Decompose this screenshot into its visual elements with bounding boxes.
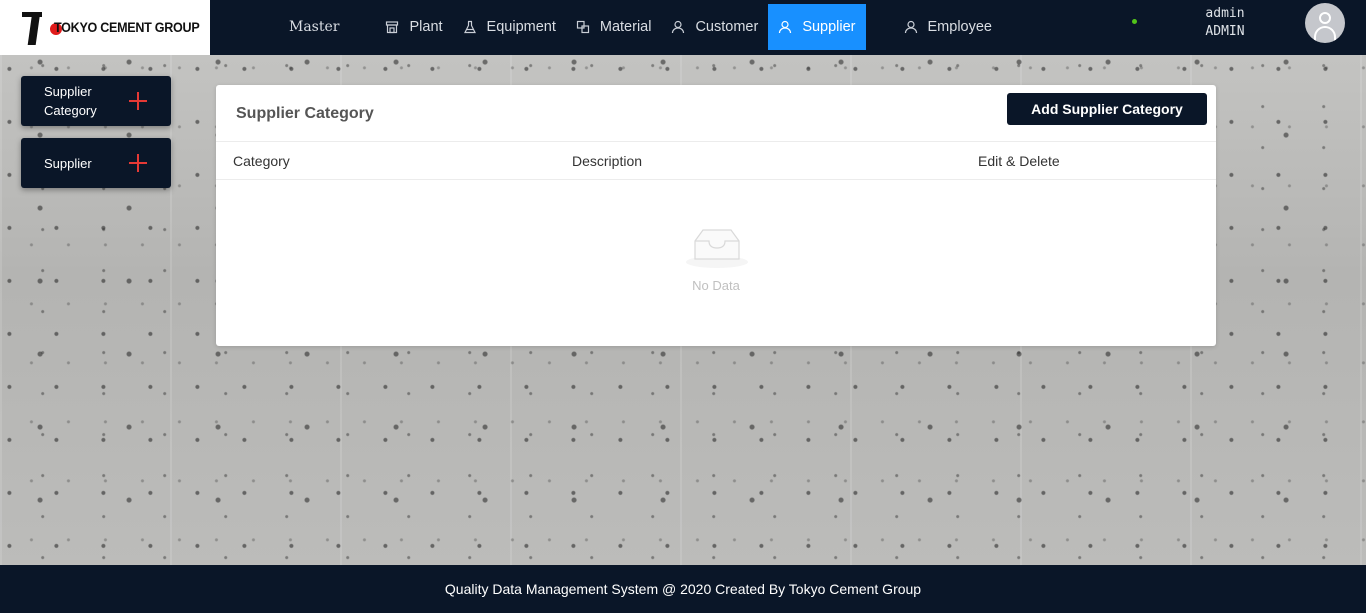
nav-material-label: Material <box>599 19 652 35</box>
nav-plant-label: Plant <box>409 19 443 35</box>
nav-employee[interactable]: Employee <box>894 4 1002 50</box>
user-role: ADMIN <box>1205 24 1245 39</box>
card-title: Supplier Category <box>236 105 374 122</box>
supplier-button-label: Supplier <box>44 155 92 171</box>
top-navbar: TOKYO CEMENT GROUP Master Plant Equipmen… <box>0 0 1366 55</box>
user-icon <box>671 20 685 34</box>
nav-employee-label: Employee <box>927 19 992 35</box>
nav-customer[interactable]: Customer <box>661 4 768 50</box>
column-header-edit-delete[interactable]: Edit & Delete <box>978 153 1060 169</box>
main-nav: Master Plant Equipment Material Customer <box>270 4 1002 50</box>
tokyo-cement-logo-icon <box>22 9 62 47</box>
nav-master[interactable]: Master <box>270 4 349 50</box>
supplier-category-card: Supplier Category Add Supplier Category … <box>216 85 1216 346</box>
user-name: admin <box>1205 6 1245 21</box>
supplier-category-button-label: Supplier Category <box>44 84 97 118</box>
empty-state-text: No Data <box>692 278 740 293</box>
avatar-head-icon <box>1319 12 1331 24</box>
block-icon <box>576 20 590 34</box>
plus-icon <box>129 154 147 172</box>
supplier-button[interactable]: Supplier <box>21 138 171 188</box>
nav-customer-label: Customer <box>695 19 759 35</box>
footer: Quality Data Management System @ 2020 Cr… <box>0 565 1366 613</box>
shop-icon <box>385 20 399 34</box>
supplier-category-button[interactable]: Supplier Category <box>21 76 171 126</box>
add-supplier-category-button[interactable]: Add Supplier Category <box>1007 93 1207 125</box>
avatar[interactable] <box>1305 3 1345 43</box>
nav-material[interactable]: Material <box>566 4 662 50</box>
footer-text: Quality Data Management System @ 2020 Cr… <box>444 581 922 597</box>
nav-plant[interactable]: Plant <box>375 4 452 50</box>
table-header: Category Description Edit & Delete <box>216 141 1216 180</box>
avatar-body-icon <box>1314 26 1336 43</box>
brand-name: TOKYO CEMENT GROUP <box>53 20 200 35</box>
column-header-description[interactable]: Description <box>572 153 642 169</box>
flask-icon <box>463 20 477 34</box>
user-icon <box>778 20 792 34</box>
column-header-category[interactable]: Category <box>233 153 290 169</box>
empty-inbox-icon <box>686 229 748 268</box>
online-status-dot <box>1132 19 1137 24</box>
nav-equipment-label: Equipment <box>486 19 556 35</box>
plus-icon <box>129 92 147 110</box>
user-info[interactable]: admin ADMIN <box>1190 5 1260 41</box>
nav-supplier-label: Supplier <box>802 19 856 35</box>
brand-logo[interactable]: TOKYO CEMENT GROUP <box>0 0 210 55</box>
nav-supplier[interactable]: Supplier <box>768 4 866 50</box>
nav-equipment[interactable]: Equipment <box>453 4 566 50</box>
user-icon <box>904 20 918 34</box>
